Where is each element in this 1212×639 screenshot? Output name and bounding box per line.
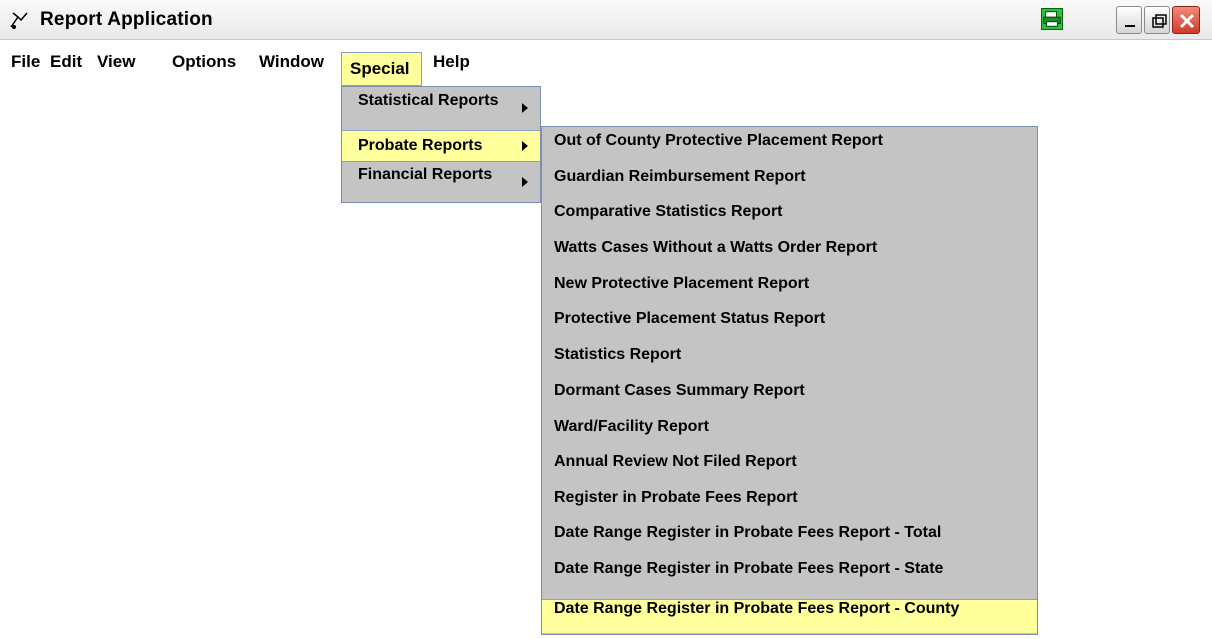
minimize-icon xyxy=(1117,22,1143,39)
submenu-arrow-icon xyxy=(520,92,530,124)
submenu-item[interactable]: Comparative Statistics Report xyxy=(542,203,1037,237)
submenu-item[interactable]: Date Range Register in Probate Fees Repo… xyxy=(542,524,1037,558)
maximize-button[interactable] xyxy=(1144,6,1170,34)
menu-window[interactable]: Window xyxy=(259,52,324,86)
window-title: Report Application xyxy=(40,9,213,30)
menu-help[interactable]: Help xyxy=(433,52,470,86)
menu-file[interactable]: File xyxy=(11,52,40,86)
menu-options[interactable]: Options xyxy=(172,52,236,86)
print-icon[interactable] xyxy=(1041,8,1063,30)
submenu-arrow-icon xyxy=(520,166,530,198)
special-menu: Statistical Reports Probate Reports Fina… xyxy=(341,86,541,203)
submenu-item[interactable]: New Protective Placement Report xyxy=(542,275,1037,309)
close-icon xyxy=(1173,13,1201,39)
submenu-item[interactable]: Date Range Register in Probate Fees Repo… xyxy=(542,560,1037,594)
title-bar: Report Application xyxy=(0,0,1212,40)
special-menu-item-statistical-reports[interactable]: Statistical Reports xyxy=(342,92,540,124)
submenu-item[interactable]: Out of County Protective Placement Repor… xyxy=(542,132,1037,166)
menu-bar: File Edit View Options Window Special He… xyxy=(0,52,1212,86)
submenu-item-selected[interactable]: Date Range Register in Probate Fees Repo… xyxy=(542,599,1037,633)
close-button[interactable] xyxy=(1172,6,1200,34)
maximize-icon xyxy=(1145,14,1171,39)
menu-special[interactable]: Special xyxy=(341,52,422,86)
submenu-item[interactable]: Watts Cases Without a Watts Order Report xyxy=(542,239,1037,273)
menu-item-label: Probate Reports xyxy=(358,137,483,154)
minimize-button[interactable] xyxy=(1116,6,1142,34)
menu-view[interactable]: View xyxy=(97,52,135,86)
special-menu-item-financial-reports[interactable]: Financial Reports xyxy=(342,166,540,198)
submenu-item[interactable]: Ward/Facility Report xyxy=(542,418,1037,452)
submenu-item[interactable]: Dormant Cases Summary Report xyxy=(542,382,1037,416)
submenu-item[interactable]: Guardian Reimbursement Report xyxy=(542,168,1037,202)
submenu-arrow-icon xyxy=(520,131,530,161)
menu-item-label: Financial Reports xyxy=(358,166,493,183)
special-menu-item-probate-reports[interactable]: Probate Reports xyxy=(342,130,540,162)
app-icon xyxy=(8,9,30,31)
submenu-item[interactable]: Register in Probate Fees Report xyxy=(542,489,1037,523)
submenu-item[interactable]: Annual Review Not Filed Report xyxy=(542,453,1037,487)
submenu-item[interactable]: Statistics Report xyxy=(542,346,1037,380)
menu-item-label: Statistical Reports xyxy=(358,92,499,109)
menu-edit[interactable]: Edit xyxy=(50,52,82,86)
probate-reports-submenu: Out of County Protective Placement Repor… xyxy=(541,126,1038,635)
submenu-item[interactable]: Protective Placement Status Report xyxy=(542,310,1037,344)
